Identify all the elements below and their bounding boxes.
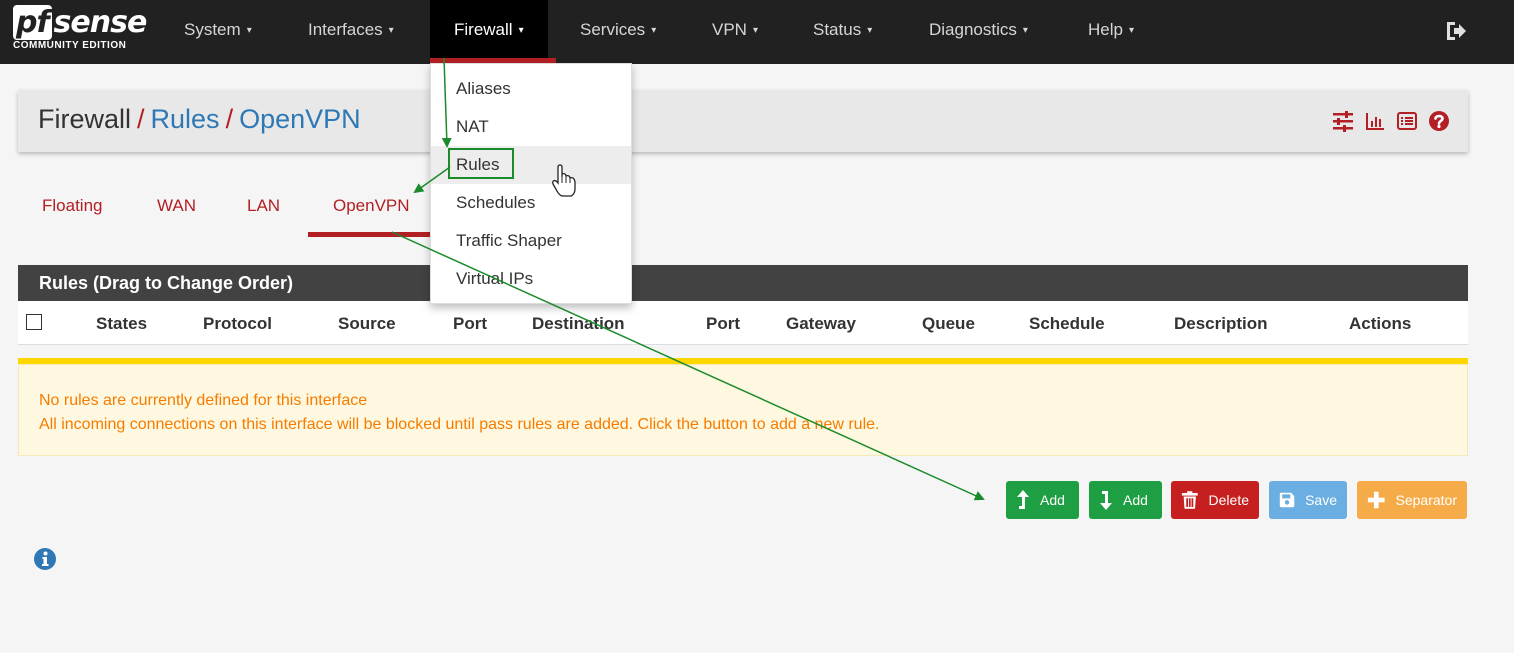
logo-prefix: pf xyxy=(13,5,52,40)
nav-status[interactable]: Status ▾ xyxy=(813,0,872,62)
col-description: Description xyxy=(1174,314,1268,333)
tab-openvpn[interactable]: OpenVPN xyxy=(333,196,410,216)
hand-pointer-icon xyxy=(552,164,576,197)
top-navbar: pf sense COMMUNITY EDITION System ▾ Interf… xyxy=(0,0,1514,64)
rules-table-title: Rules (Drag to Change Order) xyxy=(18,265,1468,301)
delete-button[interactable]: Delete xyxy=(1171,481,1259,519)
breadcrumb-panel: Firewall / Rules / OpenVPN xyxy=(18,90,1468,152)
add-rule-top-label: Add xyxy=(1040,492,1065,508)
chevron-down-icon: ▾ xyxy=(867,25,873,36)
save-icon xyxy=(1279,492,1295,508)
info-icon[interactable] xyxy=(33,547,57,571)
nav-firewall-label: Firewall xyxy=(454,20,513,39)
save-button[interactable]: Save xyxy=(1269,481,1347,519)
chevron-down-icon: ▾ xyxy=(651,25,657,36)
add-rule-bottom-button[interactable]: Add xyxy=(1089,481,1162,519)
col-protocol: Protocol xyxy=(203,314,272,333)
nav-status-label: Status xyxy=(813,20,862,39)
col-schedule: Schedule xyxy=(1029,314,1105,333)
firewall-dropdown-menu: Aliases NAT Rules Schedules Traffic Shap… xyxy=(430,63,632,304)
nav-interfaces-label: Interfaces xyxy=(308,20,383,39)
nav-vpn[interactable]: VPN ▾ xyxy=(712,0,758,62)
breadcrumb-icons xyxy=(1332,110,1450,132)
nav-diagnostics-label: Diagnostics xyxy=(929,20,1017,39)
nav-system[interactable]: System ▾ xyxy=(184,0,252,62)
breadcrumb-openvpn-link[interactable]: OpenVPN xyxy=(239,104,361,134)
breadcrumb-firewall: Firewall xyxy=(38,104,132,134)
sliders-icon[interactable] xyxy=(1332,110,1354,132)
add-rule-bottom-label: Add xyxy=(1123,492,1148,508)
chevron-down-icon: ▾ xyxy=(388,25,394,36)
trash-icon xyxy=(1181,491,1198,509)
chevron-down-icon: ▾ xyxy=(752,25,758,36)
chevron-down-icon: ▾ xyxy=(518,25,524,36)
nav-help-label: Help xyxy=(1088,20,1123,39)
chart-icon[interactable] xyxy=(1364,110,1386,132)
nav-vpn-label: VPN xyxy=(712,20,747,39)
chevron-down-icon: ▾ xyxy=(246,25,252,36)
save-label: Save xyxy=(1305,492,1337,508)
col-source-port: Port xyxy=(453,314,487,333)
nav-services[interactable]: Services ▾ xyxy=(580,0,656,62)
rules-annotation-box xyxy=(448,148,514,179)
rules-table-header-row: States Protocol Source Port Destination … xyxy=(18,301,1468,345)
alert-line-1: No rules are currently defined for this … xyxy=(39,392,368,409)
nav-help[interactable]: Help ▾ xyxy=(1088,0,1134,62)
list-icon[interactable] xyxy=(1396,110,1418,132)
logo-edition: COMMUNITY EDITION xyxy=(13,40,127,51)
arrow-down-icon xyxy=(1100,491,1112,510)
nav-system-label: System xyxy=(184,20,241,39)
breadcrumb-rules-link[interactable]: Rules xyxy=(151,104,220,134)
plus-icon xyxy=(1367,491,1385,509)
col-source: Source xyxy=(338,314,396,333)
separator-button[interactable]: Separator xyxy=(1357,481,1467,519)
menu-item-aliases[interactable]: Aliases xyxy=(431,70,631,108)
menu-item-virtual-ips[interactable]: Virtual IPs xyxy=(431,260,631,298)
col-gateway: Gateway xyxy=(786,314,856,333)
chevron-down-icon: ▾ xyxy=(1022,25,1028,36)
col-destination-port: Port xyxy=(706,314,740,333)
menu-item-schedules[interactable]: Schedules xyxy=(431,184,631,222)
col-states: States xyxy=(96,314,148,333)
logo-text: sense xyxy=(53,5,148,40)
breadcrumb-separator: / xyxy=(225,104,234,134)
menu-item-nat[interactable]: NAT xyxy=(431,108,631,146)
delete-label: Delete xyxy=(1208,492,1249,508)
col-destination: Destination xyxy=(532,314,625,333)
help-icon[interactable] xyxy=(1428,110,1450,132)
no-rules-alert: No rules are currently defined for this … xyxy=(18,364,1468,456)
col-actions: Actions xyxy=(1349,314,1412,333)
breadcrumb-separator: / xyxy=(137,104,145,134)
separator-label: Separator xyxy=(1395,492,1457,508)
menu-item-traffic-shaper[interactable]: Traffic Shaper xyxy=(431,222,631,260)
nav-services-label: Services xyxy=(580,20,646,39)
tab-lan[interactable]: LAN xyxy=(247,196,280,216)
nav-firewall[interactable]: Firewall ▾ xyxy=(430,0,548,62)
breadcrumb: Firewall / Rules / OpenVPN xyxy=(38,104,361,135)
arrow-up-icon xyxy=(1017,490,1029,509)
col-queue: Queue xyxy=(922,314,975,333)
tab-floating[interactable]: Floating xyxy=(42,196,102,216)
nav-diagnostics[interactable]: Diagnostics ▾ xyxy=(929,0,1028,62)
alert-line-2: All incoming connections on this interfa… xyxy=(39,416,880,433)
nav-interfaces[interactable]: Interfaces ▾ xyxy=(308,0,394,62)
tab-wan[interactable]: WAN xyxy=(157,196,196,216)
tab-active-indicator xyxy=(308,232,434,237)
select-all-checkbox[interactable] xyxy=(26,314,42,330)
chevron-down-icon: ▾ xyxy=(1128,25,1134,36)
logout-icon[interactable] xyxy=(1444,20,1468,42)
pfsense-logo[interactable]: pf sense COMMUNITY EDITION xyxy=(13,5,153,60)
add-rule-top-button[interactable]: Add xyxy=(1006,481,1079,519)
